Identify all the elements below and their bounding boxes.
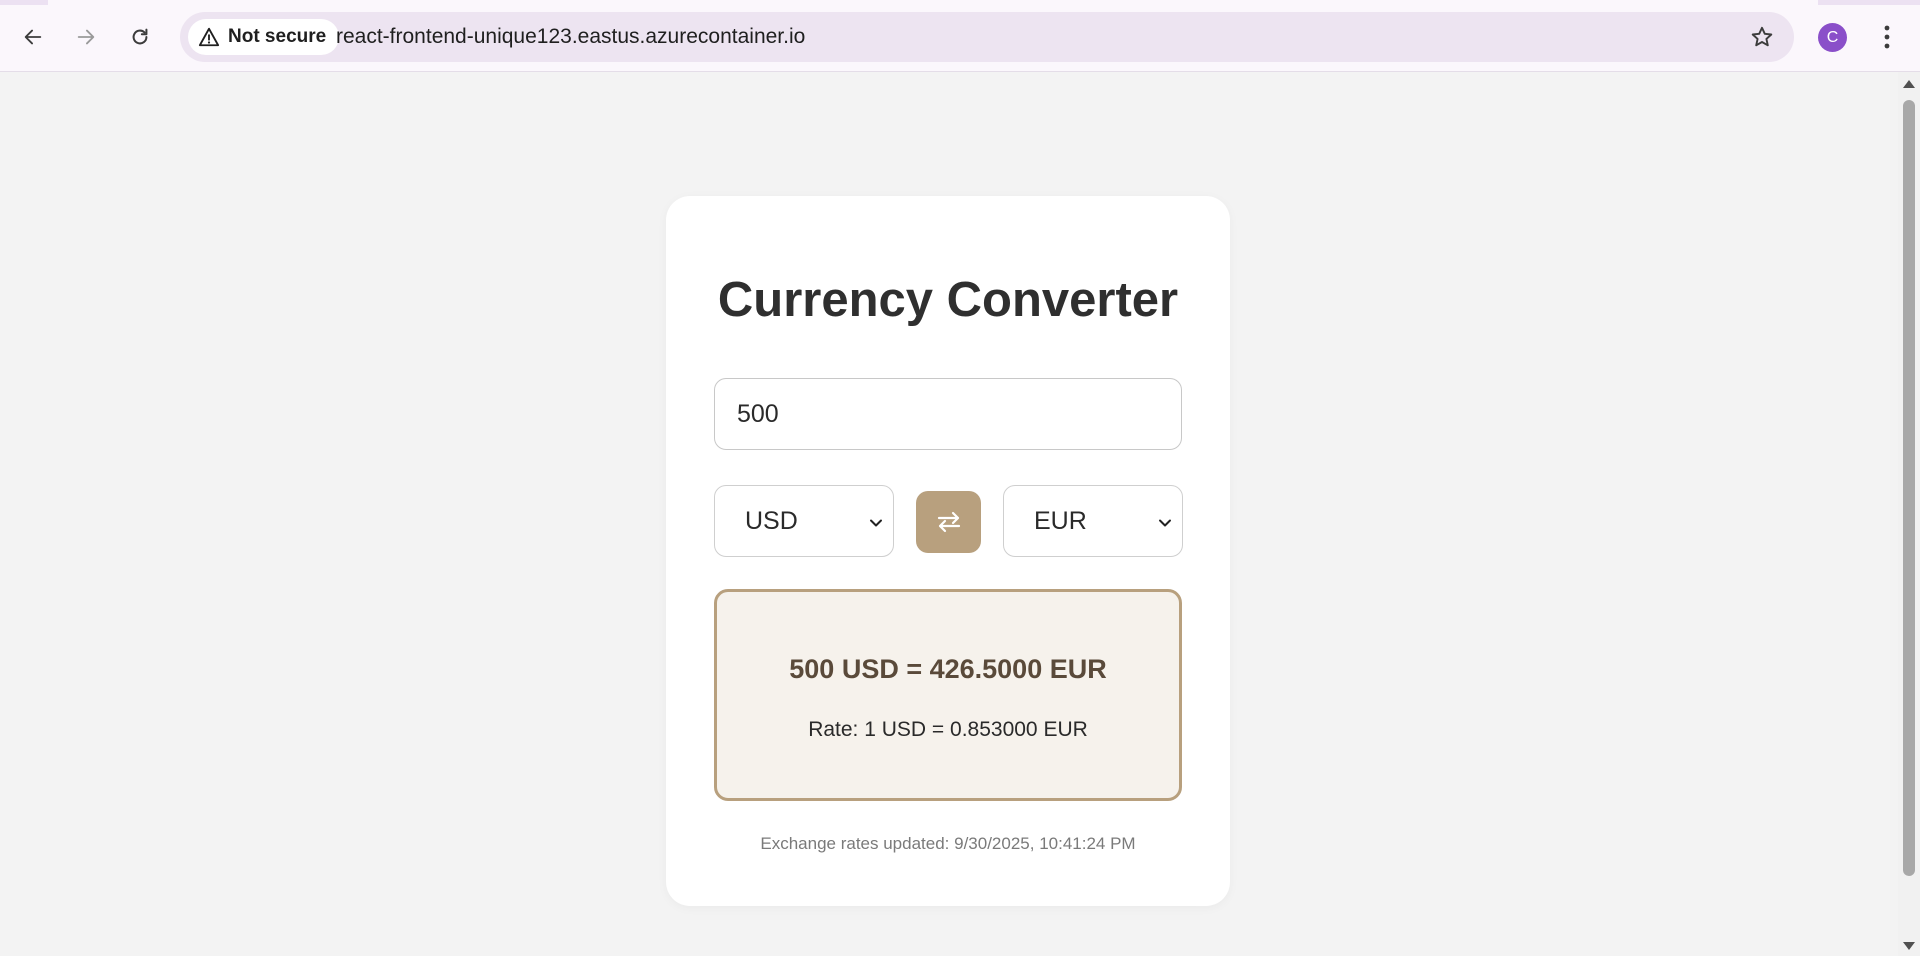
from-currency-select[interactable]: USD xyxy=(714,485,894,557)
scroll-up-arrow-icon[interactable] xyxy=(1903,80,1915,88)
swap-arrows-icon xyxy=(937,511,960,533)
tab-strip-edge xyxy=(0,0,1920,5)
back-button[interactable] xyxy=(13,17,53,57)
browser-toolbar: Not secure react-frontend-unique123.east… xyxy=(0,0,1920,72)
to-currency-value: EUR xyxy=(1034,506,1087,535)
vertical-scrollbar[interactable] xyxy=(1898,72,1920,956)
rates-updated-timestamp: Exchange rates updated: 9/30/2025, 10:41… xyxy=(760,834,1136,853)
result-panel: 500 USD = 426.5000 EUR Rate: 1 USD = 0.8… xyxy=(714,589,1182,801)
forward-button[interactable] xyxy=(66,17,106,57)
forward-arrow-icon xyxy=(77,29,95,45)
scroll-down-arrow-icon[interactable] xyxy=(1903,942,1915,950)
page-viewport: Currency Converter USD EUR 500 USD = 426… xyxy=(0,72,1898,956)
swap-currencies-button[interactable] xyxy=(916,491,981,553)
address-bar[interactable]: Not secure react-frontend-unique123.east… xyxy=(180,12,1794,62)
chevron-down-icon xyxy=(870,519,882,527)
scrollbar-thumb[interactable] xyxy=(1903,100,1915,876)
profile-avatar[interactable]: C xyxy=(1818,23,1847,52)
warning-triangle-icon xyxy=(198,27,220,47)
vertical-dots-icon xyxy=(1884,25,1890,49)
converter-card: Currency Converter USD EUR 500 USD = 426… xyxy=(666,196,1230,906)
from-currency-value: USD xyxy=(745,506,798,535)
url-text[interactable]: react-frontend-unique123.eastus.azurecon… xyxy=(336,25,805,49)
active-tab-edge xyxy=(48,0,1818,5)
star-icon xyxy=(1751,26,1773,47)
reload-button[interactable] xyxy=(120,17,160,57)
reload-icon xyxy=(132,28,148,45)
back-arrow-icon xyxy=(24,29,42,45)
amount-input[interactable] xyxy=(714,378,1182,450)
to-currency-select[interactable]: EUR xyxy=(1003,485,1183,557)
chevron-down-icon xyxy=(1159,519,1171,527)
security-label: Not secure xyxy=(228,26,327,47)
conversion-result: 500 USD = 426.5000 EUR xyxy=(789,654,1107,684)
page-title: Currency Converter xyxy=(717,273,1179,327)
exchange-rate: Rate: 1 USD = 0.853000 EUR xyxy=(808,718,1088,741)
browser-menu-button[interactable] xyxy=(1873,20,1901,54)
security-indicator[interactable]: Not secure xyxy=(188,19,340,55)
bookmark-button[interactable] xyxy=(1746,21,1778,53)
